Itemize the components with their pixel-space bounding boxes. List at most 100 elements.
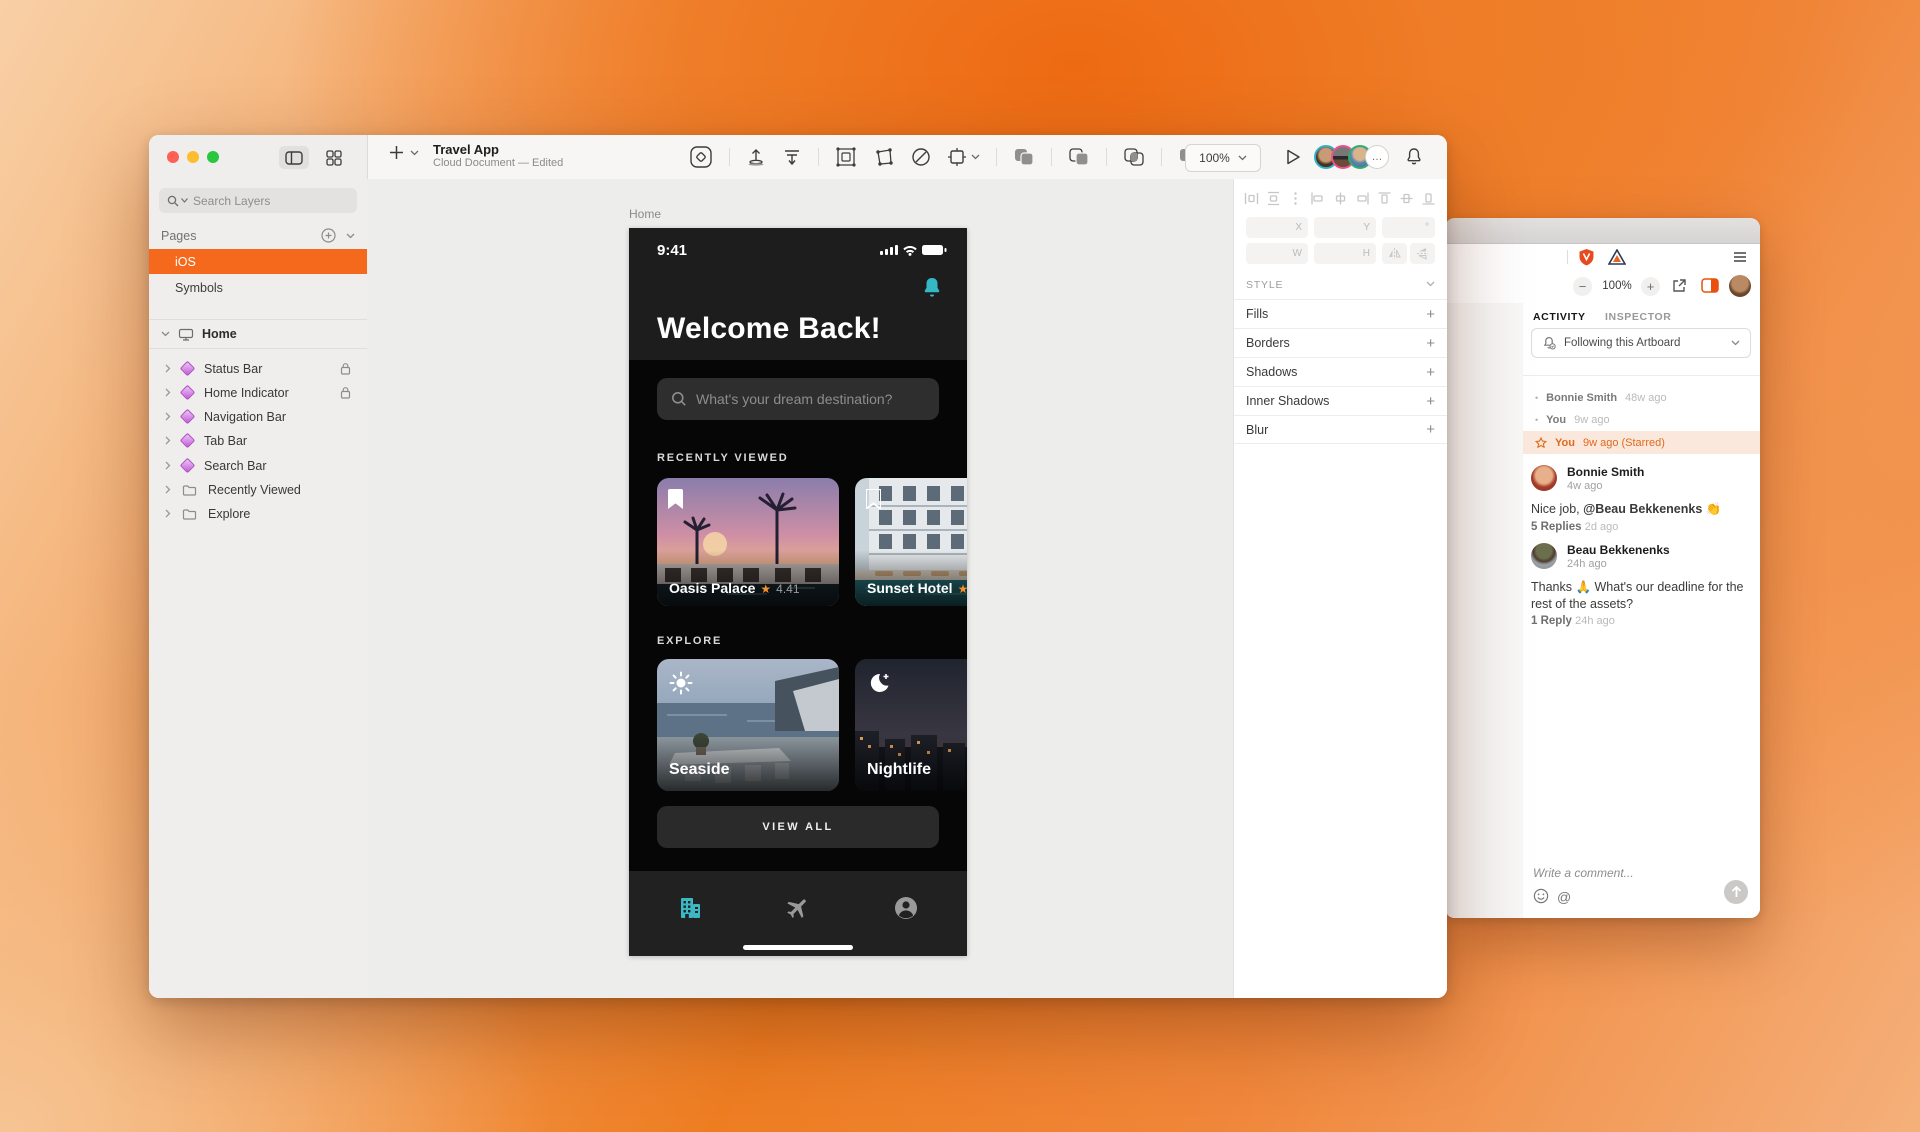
phone-tab-bar[interactable] [629,871,967,956]
card-nightlife[interactable]: Nightlife [855,659,967,791]
layer-row-status-bar[interactable]: Status Bar [149,356,367,381]
x-position-field[interactable]: X [1246,217,1308,238]
browser-titlebar[interactable] [1445,218,1760,244]
add-page-icon[interactable] [321,228,336,243]
comment-replies-link[interactable]: 5 Replies 2d ago [1531,521,1618,533]
greeting-text[interactable]: Welcome Back! [657,312,881,346]
maximize-button[interactable] [207,151,219,163]
style-row-shadows[interactable]: Shadows + [1234,357,1447,386]
move-forward-icon[interactable] [746,147,766,167]
resize-menu-button[interactable] [947,147,980,167]
bookmark-icon[interactable] [866,489,881,509]
rotation-field[interactable]: ° [1382,217,1435,238]
disclosure-chevron-icon[interactable] [165,388,171,397]
select-image-icon[interactable] [835,146,857,168]
page-item-ios[interactable]: iOS [149,249,367,274]
activity-row-starred[interactable]: You 9w ago (Starred) [1523,431,1760,454]
comment-replies-link[interactable]: 1 Reply 24h ago [1531,615,1615,627]
design-canvas[interactable]: Home 9:41 Welcome Back! What's your drea… [367,179,1234,998]
hotels-tab-icon[interactable] [677,895,703,921]
style-collapse-icon[interactable] [1426,281,1435,287]
add-shadow-icon[interactable]: + [1426,364,1435,381]
width-field[interactable]: W [1246,243,1308,264]
preview-play-button[interactable] [1284,148,1302,166]
style-row-borders[interactable]: Borders + [1234,328,1447,357]
card-seaside[interactable]: Seaside [657,659,839,791]
boolean-union-icon[interactable] [1013,147,1035,167]
disclosure-chevron-icon[interactable] [165,485,171,494]
flights-tab-icon[interactable] [785,895,811,921]
distribute-vertically-icon[interactable] [1266,191,1281,206]
destination-search-field[interactable]: What's your dream destination? [657,378,939,420]
style-row-inner-shadows[interactable]: Inner Shadows + [1234,386,1447,415]
add-border-icon[interactable]: + [1426,335,1435,352]
align-middle-vertical-icon[interactable] [1399,191,1414,206]
transform-icon[interactable] [873,146,895,168]
layer-row-navigation-bar[interactable]: Navigation Bar [149,404,367,429]
add-blur-icon[interactable]: + [1426,421,1435,438]
artboard-label[interactable]: Home [629,207,661,221]
disclosure-chevron-icon[interactable] [165,436,171,445]
disclosure-chevron-icon[interactable] [165,364,171,373]
triangle-extension-icon[interactable] [1608,249,1626,265]
bookmark-icon[interactable] [668,489,683,509]
comment-input[interactable]: Write a comment... [1533,866,1634,880]
tidy-icon[interactable] [1288,191,1303,206]
hamburger-menu-icon[interactable] [1733,251,1747,263]
browser-zoom-level[interactable]: 100% [1597,280,1637,292]
add-page-button[interactable] [389,145,419,160]
flip-horizontal-button[interactable] [1382,243,1407,264]
artboard-home[interactable]: 9:41 Welcome Back! What's your dream des… [629,228,967,956]
align-center-horizontal-icon[interactable] [1333,191,1348,206]
browser-user-avatar[interactable] [1729,275,1751,297]
activity-row[interactable]: • You 9w ago [1523,409,1760,430]
toggle-layer-list-button[interactable] [279,146,309,169]
open-external-icon[interactable] [1671,278,1687,294]
style-row-fills[interactable]: Fills + [1234,299,1447,328]
search-layers-field[interactable]: Search Layers [159,188,357,213]
flip-vertical-button[interactable] [1410,243,1435,264]
disclosure-chevron-icon[interactable] [165,509,171,518]
zoom-out-button[interactable]: − [1573,277,1592,296]
card-sunset-hotel[interactable]: Sunset Hotel ★ [855,478,967,606]
card-oasis-palace[interactable]: Oasis Palace ★ 4.41 [657,478,839,606]
boolean-intersect-icon[interactable] [1123,147,1145,167]
minimize-button[interactable] [187,151,199,163]
shield-extension-icon[interactable] [1578,248,1595,266]
activity-row[interactable]: • Bonnie Smith 48w ago [1523,387,1760,408]
collapse-pages-icon[interactable] [346,233,355,239]
add-inner-shadow-icon[interactable]: + [1426,393,1435,410]
boolean-subtract-icon[interactable] [1068,147,1090,167]
emoji-icon[interactable] [1533,888,1549,904]
align-top-icon[interactable] [1377,191,1392,206]
distribute-icon[interactable] [782,147,802,167]
add-fill-icon[interactable]: + [1426,306,1435,323]
chevron-down-icon[interactable] [161,331,170,337]
insert-icon[interactable] [689,145,713,169]
view-all-button[interactable]: VIEW ALL [657,806,939,848]
document-title-block[interactable]: Travel App Cloud Document — Edited [433,142,563,170]
artboard-group-home[interactable]: Home [149,320,367,348]
layer-row-tab-bar[interactable]: Tab Bar [149,428,367,453]
phone-header[interactable]: 9:41 Welcome Back! [629,228,967,360]
align-left-icon[interactable] [1310,191,1325,206]
zoom-in-button[interactable]: + [1641,277,1660,296]
more-collaborators-button[interactable]: … [1365,145,1389,169]
distribute-horizontally-icon[interactable] [1244,191,1259,206]
lock-icon[interactable] [340,362,351,375]
send-comment-button[interactable] [1724,880,1748,904]
align-bottom-icon[interactable] [1421,191,1436,206]
layer-row-explore[interactable]: Explore [149,501,367,526]
canvas-zoom-control[interactable]: 100% [1185,144,1261,172]
collaborator-avatars[interactable]: … [1314,145,1389,169]
height-field[interactable]: H [1314,243,1376,264]
layer-row-recently-viewed[interactable]: Recently Viewed [149,477,367,502]
notifications-bell-icon[interactable] [1405,147,1423,166]
y-position-field[interactable]: Y [1314,217,1376,238]
disclosure-chevron-icon[interactable] [165,412,171,421]
lock-icon[interactable] [340,386,351,399]
close-button[interactable] [167,151,179,163]
toggle-components-button[interactable] [319,146,349,169]
no-fill-icon[interactable] [911,147,931,167]
notification-bell-icon[interactable] [921,276,943,300]
